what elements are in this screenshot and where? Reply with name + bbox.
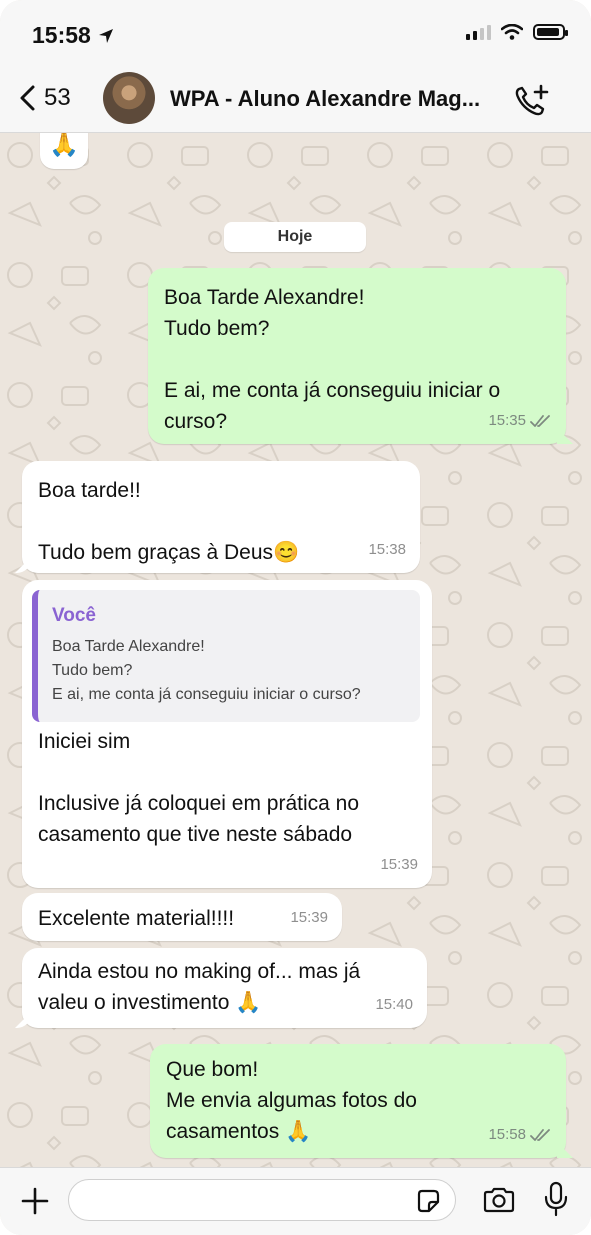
prayer-emoji: 🙏 bbox=[49, 133, 79, 158]
composer-bar bbox=[0, 1167, 591, 1235]
read-receipt-icon bbox=[530, 1128, 550, 1141]
read-receipt-icon bbox=[530, 414, 550, 427]
message-text: Que bom! Me envia algumas fotos do casam… bbox=[166, 1058, 417, 1143]
attach-button[interactable] bbox=[20, 1186, 50, 1221]
message-list[interactable]: 🙏 Hoje Boa Tarde Alexandre! Tudo bem? E … bbox=[0, 133, 591, 1167]
status-clock: 15:58 bbox=[32, 22, 115, 49]
chat-screen: 15:58 53 WPA - Aluno Alexandre Mag... 🙏 … bbox=[0, 0, 591, 1235]
status-indicators bbox=[466, 24, 568, 40]
message-incoming[interactable]: Excelente material!!!! 15:39 bbox=[22, 893, 342, 941]
add-call-button[interactable] bbox=[513, 84, 549, 123]
camera-icon bbox=[483, 1187, 515, 1213]
date-separator: Hoje bbox=[224, 222, 366, 252]
message-meta: 15:39 bbox=[380, 849, 418, 880]
message-text: Iniciei sim Inclusive já coloquei em prá… bbox=[38, 730, 360, 846]
contact-avatar[interactable] bbox=[103, 72, 155, 124]
message-time: 15:58 bbox=[488, 1126, 526, 1143]
message-meta: 15:35 bbox=[488, 405, 552, 436]
message-meta: 15:38 bbox=[368, 534, 406, 565]
message-text: Ainda estou no making of... mas já valeu… bbox=[38, 960, 361, 1014]
camera-button[interactable] bbox=[482, 1186, 516, 1219]
quoted-message[interactable]: Você Boa Tarde Alexandre! Tudo bem? E ai… bbox=[32, 590, 420, 722]
message-text: Excelente material!!!! bbox=[38, 907, 235, 930]
previous-message-fragment[interactable]: 🙏 bbox=[40, 133, 88, 169]
message-incoming-reply[interactable]: Você Boa Tarde Alexandre! Tudo bem? E ai… bbox=[22, 580, 432, 888]
quoted-author: Você bbox=[52, 605, 97, 626]
message-meta: 15:58 bbox=[488, 1119, 552, 1150]
microphone-icon bbox=[544, 1181, 568, 1217]
plus-icon bbox=[21, 1187, 49, 1215]
top-bar: 15:58 53 WPA - Aluno Alexandre Mag... bbox=[0, 0, 591, 133]
unread-count: 53 bbox=[44, 84, 71, 111]
message-incoming[interactable]: Ainda estou no making of... mas já valeu… bbox=[22, 948, 427, 1028]
message-meta: 15:40 bbox=[375, 989, 413, 1020]
message-time: 15:38 bbox=[368, 541, 406, 558]
message-outgoing[interactable]: Que bom! Me envia algumas fotos do casam… bbox=[150, 1044, 566, 1158]
message-incoming[interactable]: Boa tarde!! Tudo bem graças à Deus😊 15:3… bbox=[22, 461, 420, 573]
quoted-text: Boa Tarde Alexandre! Tudo bem? E ai, me … bbox=[52, 638, 361, 703]
location-arrow-icon bbox=[98, 28, 113, 43]
status-time-text: 15:58 bbox=[32, 22, 91, 48]
cellular-signal-icon bbox=[466, 24, 491, 40]
voice-message-button[interactable] bbox=[543, 1181, 569, 1222]
battery-icon bbox=[533, 24, 568, 40]
message-time: 15:40 bbox=[375, 996, 413, 1013]
phone-plus-icon bbox=[515, 84, 549, 116]
sticker-icon bbox=[417, 1189, 440, 1213]
message-time: 15:35 bbox=[488, 412, 526, 429]
chevron-left-icon bbox=[20, 85, 35, 111]
back-button[interactable]: 53 bbox=[18, 84, 71, 112]
message-meta: 15:39 bbox=[290, 902, 328, 933]
sticker-button[interactable] bbox=[415, 1188, 441, 1219]
message-time: 15:39 bbox=[380, 856, 418, 873]
chat-title[interactable]: WPA - Aluno Alexandre Mag... bbox=[170, 86, 480, 112]
message-outgoing[interactable]: Boa Tarde Alexandre! Tudo bem? E ai, me … bbox=[148, 268, 566, 444]
wifi-icon bbox=[501, 24, 523, 40]
message-input[interactable] bbox=[68, 1179, 456, 1221]
message-time: 15:39 bbox=[290, 909, 328, 926]
message-text: Boa tarde!! Tudo bem graças à Deus😊 bbox=[38, 479, 300, 564]
